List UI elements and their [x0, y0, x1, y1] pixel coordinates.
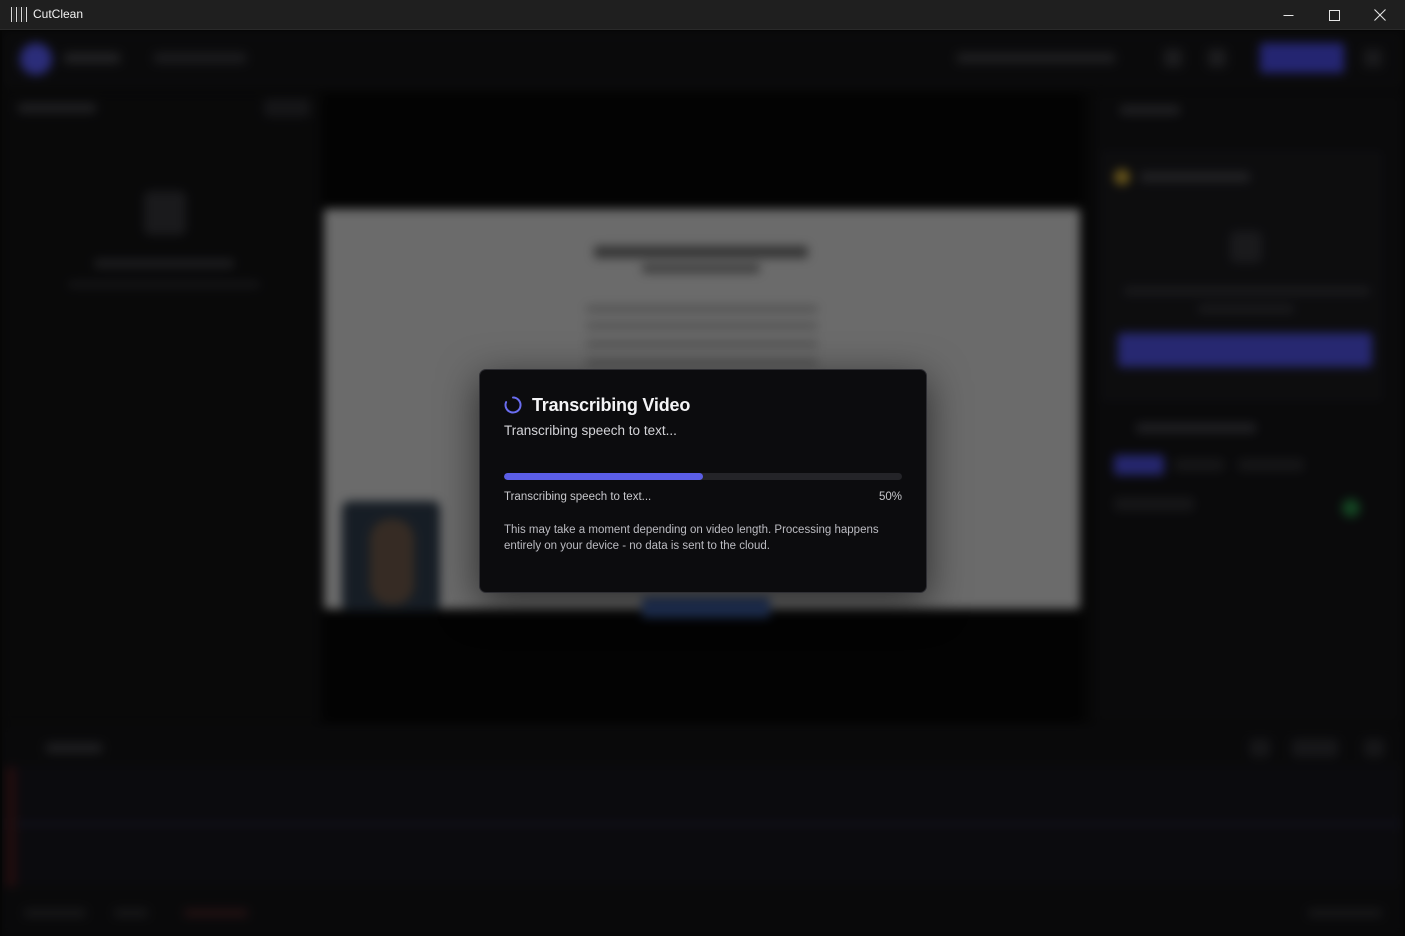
video-frame-line — [586, 306, 818, 312]
left-panel-button — [264, 99, 310, 117]
minimize-button[interactable] — [1265, 0, 1311, 30]
app-logo-icon — [11, 7, 27, 22]
timeline-title — [46, 743, 102, 753]
video-frame-line — [586, 323, 818, 329]
close-icon — [1374, 9, 1386, 21]
progress-bar — [504, 473, 902, 480]
right-panel-list-item — [1114, 497, 1194, 511]
maximize-button[interactable] — [1311, 0, 1357, 30]
wand-icon — [1230, 231, 1262, 263]
right-panel-tab — [1174, 459, 1224, 471]
transcribing-dialog: Transcribing Video Transcribing speech t… — [479, 369, 927, 593]
right-panel-tab — [1114, 455, 1164, 475]
right-panel-section-title — [1136, 423, 1256, 433]
left-panel — [2, 93, 320, 723]
timeline-button — [1364, 739, 1384, 757]
progress-percent: 50% — [878, 491, 902, 503]
progress-label: Transcribing speech to text... — [504, 491, 652, 503]
timeline-footer-text — [1308, 909, 1382, 917]
timeline-button — [1292, 739, 1338, 757]
dialog-title: Transcribing Video — [532, 394, 691, 415]
timeline-waveform — [2, 823, 1403, 825]
video-frame-button — [642, 597, 770, 617]
timeline-footer-text — [114, 909, 148, 917]
window-titlebar: CutClean — [0, 0, 1405, 30]
minimize-icon — [1283, 14, 1293, 16]
timeline-footer-text — [184, 909, 248, 917]
header-icon-button — [1164, 49, 1182, 67]
window-title: CutClean — [33, 7, 84, 21]
timeline-track — [2, 765, 1403, 885]
right-panel-title — [1120, 105, 1180, 115]
left-panel-empty-icon — [144, 191, 186, 235]
timeline-playhead — [6, 767, 16, 887]
header-primary-button — [1260, 43, 1344, 73]
header-icon-button — [1208, 49, 1226, 67]
close-button[interactable] — [1357, 0, 1403, 30]
right-panel-card-text — [1124, 287, 1370, 295]
app-header-logo — [20, 43, 52, 75]
timeline-footer-text — [24, 909, 86, 917]
status-dot — [1342, 499, 1360, 517]
header-status-text — [957, 53, 1115, 63]
header-icon-button — [1364, 49, 1382, 67]
video-frame-line — [586, 359, 818, 365]
progress-bar-fill — [504, 473, 703, 480]
right-panel-primary-button — [1118, 333, 1372, 367]
video-frame-line — [586, 341, 818, 347]
video-frame-subheading — [642, 264, 760, 273]
header-nav-item — [154, 53, 246, 63]
spinner-icon — [504, 396, 522, 414]
webcam-person — [370, 519, 414, 605]
right-panel-tab — [1238, 459, 1304, 471]
header-nav-item — [64, 53, 120, 63]
left-panel-empty-text — [94, 259, 234, 268]
right-panel-card-title — [1140, 172, 1250, 182]
dialog-header: Transcribing Video — [504, 394, 690, 416]
star-icon — [1114, 169, 1130, 185]
timeline-button — [1250, 739, 1270, 757]
maximize-icon — [1328, 9, 1340, 21]
right-panel-card-text — [1198, 305, 1294, 313]
dialog-note: This may take a moment depending on vide… — [504, 524, 879, 552]
video-frame-heading — [594, 246, 808, 258]
left-panel-empty-hint — [68, 281, 260, 288]
left-panel-title — [18, 103, 96, 113]
dialog-subtitle: Transcribing speech to text... — [504, 423, 677, 438]
